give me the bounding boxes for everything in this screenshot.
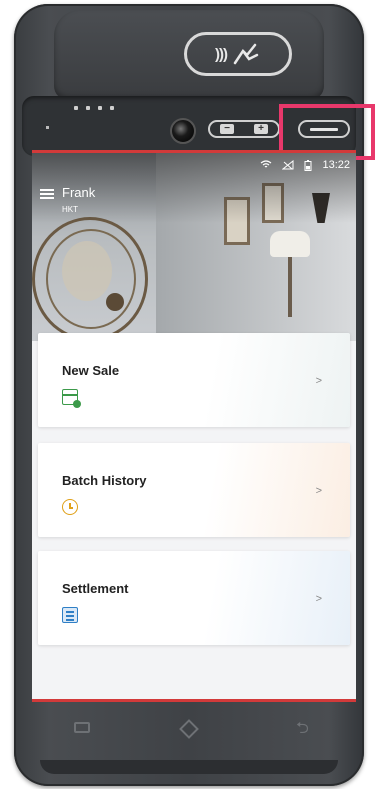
- contactless-waves: ))): [215, 45, 228, 63]
- header-background-image: 13:22 Frank HKT: [32, 153, 356, 341]
- chevron-right-icon: >: [315, 375, 322, 387]
- receipt-icon: [62, 607, 78, 623]
- menu-line: [40, 193, 54, 195]
- led-indicator: [110, 106, 114, 110]
- new-sale-card[interactable]: New Sale >: [38, 333, 350, 427]
- user-name: Frank: [62, 185, 96, 200]
- device-bottom-edge: [40, 760, 338, 774]
- fan-cage-inner: [46, 229, 136, 329]
- led-indicator: [74, 106, 78, 110]
- battery-icon: [304, 159, 312, 171]
- card-title: New Sale: [62, 363, 120, 378]
- clock-icon: [62, 499, 78, 515]
- device-screen: 13:22 Frank HKT New Sale > Batch History…: [32, 150, 356, 702]
- card-title: Batch History: [62, 473, 147, 488]
- camera-lens: [170, 118, 196, 144]
- card-title: Settlement: [62, 581, 129, 596]
- chevron-right-icon: >: [315, 485, 322, 497]
- nfc-reader-head: ))): [54, 10, 324, 100]
- chevron-right-icon: >: [315, 593, 322, 605]
- status-leds: [74, 106, 114, 110]
- lamp-stand: [288, 257, 292, 317]
- menu-line: [40, 197, 54, 199]
- batch-history-card[interactable]: Batch History >: [38, 443, 350, 537]
- contactless-icon: ))): [184, 32, 292, 76]
- volume-down-icon[interactable]: −: [220, 124, 234, 134]
- status-bar: 13:22: [260, 159, 350, 171]
- home-icon[interactable]: [179, 719, 199, 739]
- settlement-card[interactable]: Settlement >: [38, 551, 350, 645]
- menu-line: [40, 189, 54, 191]
- volume-button[interactable]: − +: [208, 120, 280, 138]
- led-indicator: [98, 106, 102, 110]
- fan-hub: [106, 293, 124, 311]
- user-subtitle: HKT: [62, 205, 78, 214]
- back-icon[interactable]: ⮌: [296, 721, 316, 737]
- lamp-shade: [270, 231, 310, 257]
- sensor-dot: [46, 126, 49, 129]
- tap-hand-icon: [233, 43, 259, 65]
- hardware-nav-bar: ⮌: [24, 702, 354, 766]
- volume-up-icon[interactable]: +: [254, 124, 268, 134]
- wifi-icon: [261, 160, 272, 168]
- clock-time: 13:22: [322, 159, 350, 171]
- sale-icon: [62, 389, 81, 408]
- led-indicator: [86, 106, 90, 110]
- no-signal-icon: [282, 160, 294, 170]
- hamburger-menu-icon[interactable]: [40, 189, 54, 199]
- recent-apps-icon[interactable]: [74, 722, 90, 733]
